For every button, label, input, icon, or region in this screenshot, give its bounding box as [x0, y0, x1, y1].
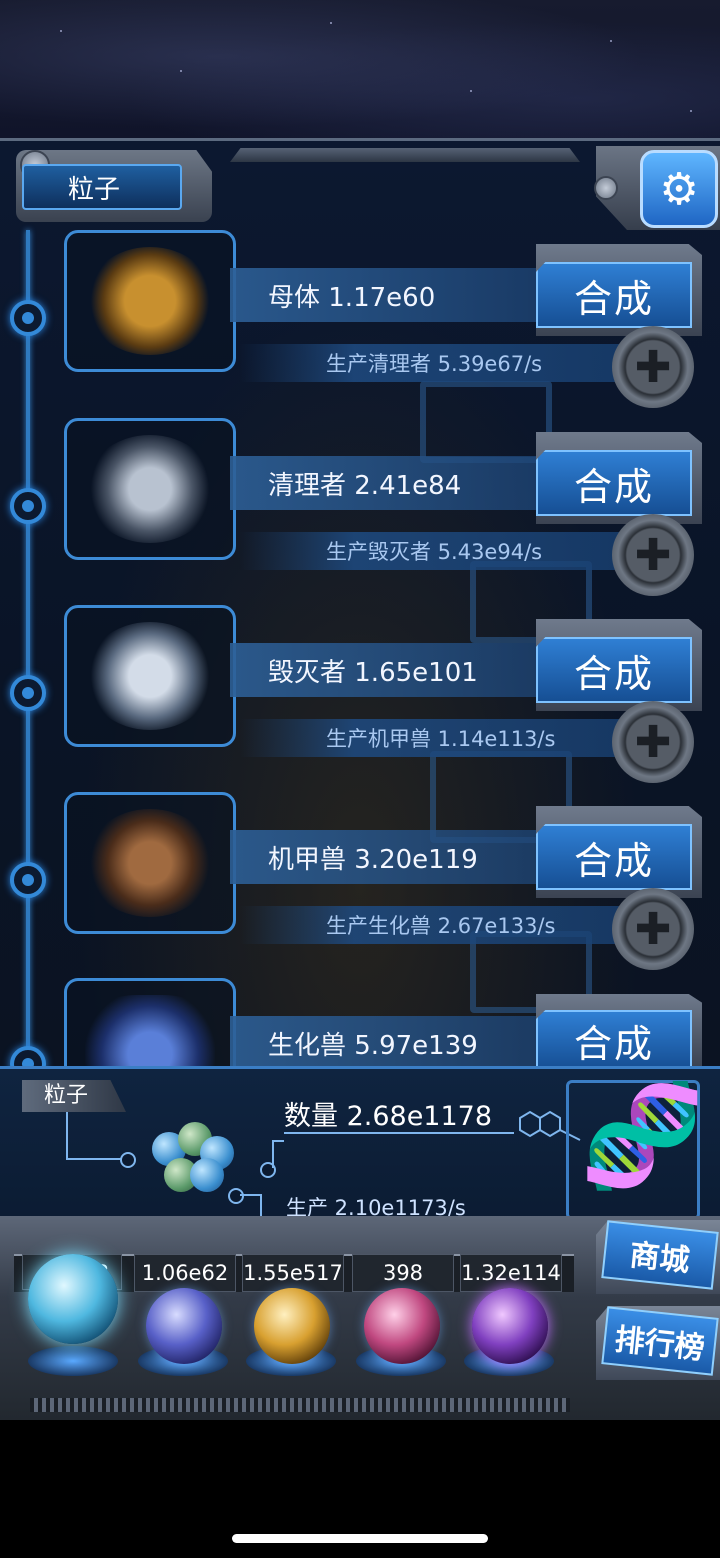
connector-line [272, 1140, 284, 1142]
unit-art [85, 995, 215, 1069]
galaxy-orb-icon[interactable] [254, 1288, 330, 1364]
connector-dot [120, 1152, 136, 1168]
synth-button[interactable]: 合成 [536, 262, 692, 328]
unit-art [85, 622, 215, 730]
connector-line [272, 1140, 274, 1168]
home-indicator[interactable] [232, 1534, 488, 1543]
screw-icon [594, 176, 618, 200]
timeline-node [10, 675, 46, 711]
timeline-node [10, 300, 46, 336]
ranking-button[interactable]: 排行榜 [601, 1306, 719, 1376]
shop-button[interactable]: 商城 [601, 1220, 719, 1290]
timeline-rail [26, 230, 30, 1060]
unit-name-value: 生化兽 5.97e139 [230, 1016, 540, 1070]
unit-card[interactable] [64, 792, 236, 934]
unit-name-value: 清理者 2.41e84 [230, 456, 540, 510]
unit-name-value: 毁灭者 1.65e101 [230, 643, 540, 697]
unit-art [85, 809, 215, 917]
resource-value: 398 [352, 1254, 454, 1292]
synth-button[interactable]: 合成 [536, 450, 692, 516]
unit-production: 生产机甲兽 1.14e113/s [240, 719, 620, 757]
synth-button[interactable]: 合成 [536, 824, 692, 890]
gear-icon: ⚙ [659, 163, 699, 215]
add-button[interactable]: ✚ [612, 701, 694, 783]
unit-production: 生产生化兽 2.67e133/s [240, 906, 620, 944]
settings-button[interactable]: ⚙ [640, 150, 718, 228]
synth-button[interactable]: 合成 [536, 1010, 692, 1070]
unit-name-value: 母体 1.17e60 [230, 268, 540, 322]
orb-pedestal [28, 1346, 118, 1376]
synth-button[interactable]: 合成 [536, 637, 692, 703]
particle-cluster-icon [142, 1118, 242, 1202]
connector-line [66, 1158, 122, 1160]
page-title: 粒子 [22, 164, 182, 210]
vortex-orb-icon[interactable] [472, 1288, 548, 1364]
particle-orb-icon[interactable] [28, 1254, 118, 1344]
unit-art [85, 435, 215, 543]
connector-dot [228, 1188, 244, 1204]
brain-orb-icon[interactable] [364, 1288, 440, 1364]
resource-value: 1.55e517 [242, 1254, 344, 1292]
unit-card[interactable] [64, 605, 236, 747]
unit-card[interactable] [64, 418, 236, 560]
resource-value: 1.06e62 [134, 1254, 236, 1292]
space-background [0, 0, 720, 140]
add-button[interactable]: ✚ [612, 514, 694, 596]
unit-production: 生产清理者 5.39e67/s [240, 344, 620, 382]
timeline-node [10, 862, 46, 898]
info-tab: 粒子 [22, 1080, 126, 1112]
connector-line [240, 1194, 260, 1196]
lightning-orb-icon[interactable] [146, 1288, 222, 1364]
resource-value: 1.32e114 [460, 1254, 562, 1292]
add-button[interactable]: ✚ [612, 326, 694, 408]
connector-line [66, 1112, 68, 1158]
add-button[interactable]: ✚ [612, 888, 694, 970]
unit-art [85, 247, 215, 355]
unit-card[interactable] [64, 230, 236, 372]
timeline-node [10, 488, 46, 524]
quantity-text: 数量 2.68e1178 [284, 1101, 493, 1132]
dock-vent [30, 1398, 570, 1412]
unit-production: 生产毁灭者 5.43e94/s [240, 532, 620, 570]
unit-card[interactable] [64, 978, 236, 1071]
dna-icon: 🧬 [580, 1077, 705, 1194]
unit-name-value: 机甲兽 3.20e119 [230, 830, 540, 884]
header-bar [230, 148, 580, 162]
